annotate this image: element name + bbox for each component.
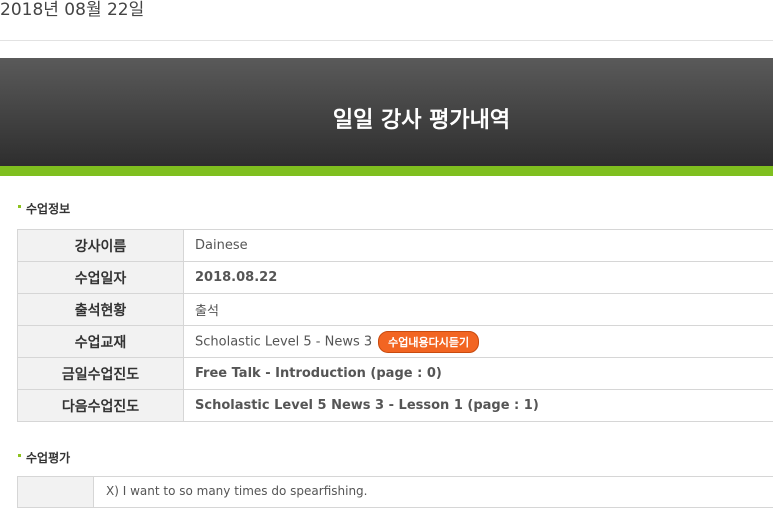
class-info-table: 강사이름 Dainese 수업일자 2018.08.22 출석현황 출석 수업교… bbox=[17, 229, 773, 422]
header-banner: 일일 강사 평가내역 bbox=[0, 58, 773, 166]
table-row: 출석현황 출석 bbox=[18, 294, 773, 326]
class-date-value: 2018.08.22 bbox=[184, 262, 773, 294]
material-value: Scholastic Level 5 - News 3 bbox=[195, 334, 372, 349]
table-row: 금일수업진도 Free Talk - Introduction (page : … bbox=[18, 358, 773, 390]
table-row: 강사이름 Dainese bbox=[18, 230, 773, 262]
table-row: 수업일자 2018.08.22 bbox=[18, 262, 773, 294]
bullet-icon bbox=[18, 205, 21, 208]
today-progress-label: 금일수업진도 bbox=[18, 358, 184, 390]
evaluation-table: X) I want to so many times do spearfishi… bbox=[17, 476, 773, 508]
attendance-label: 출석현황 bbox=[18, 294, 184, 326]
class-date-label: 수업일자 bbox=[18, 262, 184, 294]
class-info-heading: 수업정보 bbox=[18, 200, 70, 217]
next-progress-label: 다음수업진도 bbox=[18, 390, 184, 422]
table-row: 다음수업진도 Scholastic Level 5 News 3 - Lesso… bbox=[18, 390, 773, 422]
replay-lesson-button[interactable]: 수업내용다시듣기 bbox=[378, 331, 479, 353]
material-cell: Scholastic Level 5 - News 3 수업내용다시듣기 bbox=[184, 326, 773, 358]
evaluation-date: 2018년 08월 22일 bbox=[0, 0, 144, 20]
evaluation-text: X) I want to so many times do spearfishi… bbox=[106, 484, 367, 498]
accent-bar bbox=[0, 166, 773, 176]
next-progress-value: Scholastic Level 5 News 3 - Lesson 1 (pa… bbox=[184, 390, 773, 422]
material-label: 수업교재 bbox=[18, 326, 184, 358]
page-title: 일일 강사 평가내역 bbox=[0, 102, 773, 134]
section-title: 수업평가 bbox=[26, 451, 70, 465]
divider bbox=[0, 40, 773, 41]
bullet-icon bbox=[18, 454, 21, 457]
section-title: 수업정보 bbox=[26, 202, 70, 216]
table-row: 수업교재 Scholastic Level 5 - News 3 수업내용다시듣기 bbox=[18, 326, 773, 358]
evaluation-heading: 수업평가 bbox=[18, 449, 70, 466]
today-progress-value: Free Talk - Introduction (page : 0) bbox=[184, 358, 773, 390]
instructor-value: Dainese bbox=[184, 230, 773, 262]
evaluation-label-cell bbox=[18, 477, 94, 507]
attendance-value: 출석 bbox=[184, 294, 773, 326]
instructor-label: 강사이름 bbox=[18, 230, 184, 262]
